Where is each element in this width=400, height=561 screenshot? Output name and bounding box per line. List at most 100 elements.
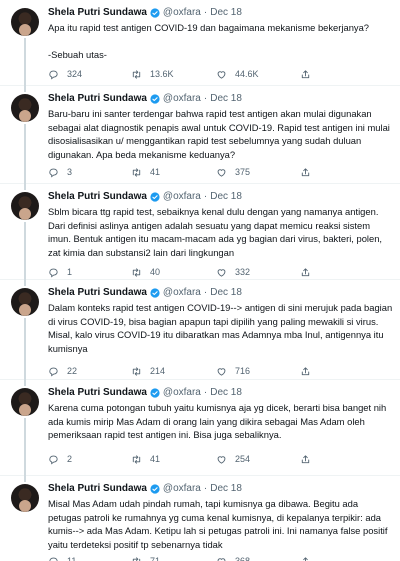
tweet-text: Dalam konteks rapid test antigen COVID-1… xyxy=(48,302,393,354)
tweet-header: Shela Putri Sundawa @oxfara · Dec 18 xyxy=(48,387,242,398)
tweet[interactable]: Shela Putri Sundawa @oxfara · Dec 18 Bar… xyxy=(0,86,400,184)
reply-icon xyxy=(49,557,58,561)
share-button[interactable] xyxy=(300,454,319,465)
like-button[interactable]: 44.6K xyxy=(216,69,259,80)
tweet-date[interactable]: Dec 18 xyxy=(210,387,242,398)
separator-dot: · xyxy=(203,483,208,494)
author-handle[interactable]: @oxfara xyxy=(163,93,201,104)
share-button[interactable] xyxy=(300,366,319,377)
share-button[interactable] xyxy=(300,267,319,278)
like-button[interactable]: 254 xyxy=(216,454,250,465)
like-count: 375 xyxy=(235,167,251,177)
separator-dot: · xyxy=(203,387,208,398)
reply-button[interactable]: 22 xyxy=(48,366,77,377)
tweet-date[interactable]: Dec 18 xyxy=(210,7,242,18)
verified-badge-icon xyxy=(150,483,160,494)
tweet-text: Sblm bicara ttg rapid test, sebaiknya ke… xyxy=(48,206,383,258)
share-button[interactable] xyxy=(300,167,319,178)
reply-button[interactable]: 324 xyxy=(48,69,82,80)
like-button[interactable]: 332 xyxy=(216,267,250,278)
tweet-text: Baru-baru ini santer terdengar bahwa rap… xyxy=(48,108,390,160)
retweet-count: 13.6K xyxy=(150,69,174,79)
reply-count: 1 xyxy=(67,267,73,277)
author-name[interactable]: Shela Putri Sundawa xyxy=(48,93,147,104)
tweet-text: Misal Mas Adam udah pindah rumah, tapi k… xyxy=(48,498,388,550)
reply-button[interactable]: 2 xyxy=(48,454,72,465)
heart-icon xyxy=(217,268,226,277)
heart-icon xyxy=(217,455,226,464)
retweet-button[interactable]: 40 xyxy=(131,267,160,278)
retweet-count: 214 xyxy=(150,366,166,376)
tweet-actions: 11 71 368 xyxy=(48,554,393,561)
like-button[interactable]: 368 xyxy=(216,556,250,561)
tweet[interactable]: Shela Putri Sundawa @oxfara · Dec 18 Mis… xyxy=(0,476,400,561)
retweet-button[interactable]: 214 xyxy=(131,366,165,377)
retweet-button[interactable]: 41 xyxy=(131,167,160,178)
verified-badge-icon xyxy=(150,191,160,202)
avatar[interactable] xyxy=(11,94,39,122)
avatar[interactable] xyxy=(11,192,39,220)
reply-count: 11 xyxy=(67,556,77,561)
thread-connector-line xyxy=(24,280,26,286)
reply-button[interactable]: 11 xyxy=(48,556,76,561)
avatar[interactable] xyxy=(11,388,39,416)
like-button[interactable]: 716 xyxy=(216,366,250,377)
thread-connector-line xyxy=(24,38,26,86)
retweet-button[interactable]: 13.6K xyxy=(131,69,174,80)
author-name[interactable]: Shela Putri Sundawa xyxy=(48,7,147,18)
thread-connector-line xyxy=(24,318,26,380)
heart-icon xyxy=(217,557,226,561)
author-handle[interactable]: @oxfara xyxy=(163,191,201,202)
separator-dot: · xyxy=(203,191,208,202)
share-icon xyxy=(301,454,310,463)
verified-badge-icon xyxy=(150,7,160,18)
like-count: 332 xyxy=(235,267,251,277)
reply-count: 2 xyxy=(67,454,73,464)
like-button[interactable]: 375 xyxy=(216,167,250,178)
author-handle[interactable]: @oxfara xyxy=(163,483,201,494)
tweet[interactable]: Shela Putri Sundawa @oxfara · Dec 18 Sbl… xyxy=(0,184,400,280)
share-icon xyxy=(302,556,309,561)
author-name[interactable]: Shela Putri Sundawa xyxy=(48,191,147,202)
tweet-date[interactable]: Dec 18 xyxy=(210,93,242,104)
author-handle[interactable]: @oxfara xyxy=(163,7,201,18)
author-handle[interactable]: @oxfara xyxy=(163,287,201,298)
tweet-date[interactable]: Dec 18 xyxy=(210,191,242,202)
retweet-count: 41 xyxy=(150,454,161,464)
verified-badge-icon xyxy=(150,93,160,104)
thread-connector-line xyxy=(24,476,26,482)
thread-connector-line xyxy=(24,86,26,92)
tweet-header: Shela Putri Sundawa @oxfara · Dec 18 xyxy=(48,191,242,202)
share-icon xyxy=(301,69,310,78)
tweet[interactable]: Shela Putri Sundawa @oxfara · Dec 18 Apa… xyxy=(0,0,400,86)
author-name[interactable]: Shela Putri Sundawa xyxy=(48,483,147,494)
like-count: 44.6K xyxy=(235,69,259,79)
tweet[interactable]: Shela Putri Sundawa @oxfara · Dec 18 Dal… xyxy=(0,280,400,380)
share-button[interactable] xyxy=(300,69,319,80)
retweet-count: 40 xyxy=(150,267,161,277)
retweet-button[interactable]: 71 xyxy=(131,556,160,561)
tweet-text: Karena cuma potongan tubuh yaitu kumisny… xyxy=(48,402,387,441)
author-name[interactable]: Shela Putri Sundawa xyxy=(48,287,147,298)
avatar[interactable] xyxy=(11,484,39,512)
reply-icon xyxy=(49,367,58,377)
author-name[interactable]: Shela Putri Sundawa xyxy=(48,387,147,398)
reply-button[interactable]: 3 xyxy=(48,167,72,178)
like-count: 368 xyxy=(235,556,251,561)
reply-button[interactable]: 1 xyxy=(48,267,72,278)
avatar[interactable] xyxy=(11,8,39,36)
heart-icon xyxy=(217,367,226,376)
thread-connector-line xyxy=(24,222,26,280)
author-handle[interactable]: @oxfara xyxy=(163,387,201,398)
tweet-header: Shela Putri Sundawa @oxfara · Dec 18 xyxy=(48,93,242,104)
thread-connector-line xyxy=(24,184,26,190)
avatar[interactable] xyxy=(11,288,39,316)
tweet-date[interactable]: Dec 18 xyxy=(210,287,242,298)
reply-icon xyxy=(49,268,58,278)
tweet-date[interactable]: Dec 18 xyxy=(210,483,242,494)
retweet-icon xyxy=(132,556,141,561)
tweet-text: Apa itu rapid test antigen COVID-19 dan … xyxy=(48,22,370,61)
tweet[interactable]: Shela Putri Sundawa @oxfara · Dec 18 Kar… xyxy=(0,380,400,476)
share-button[interactable] xyxy=(300,556,319,561)
retweet-button[interactable]: 41 xyxy=(131,454,160,465)
